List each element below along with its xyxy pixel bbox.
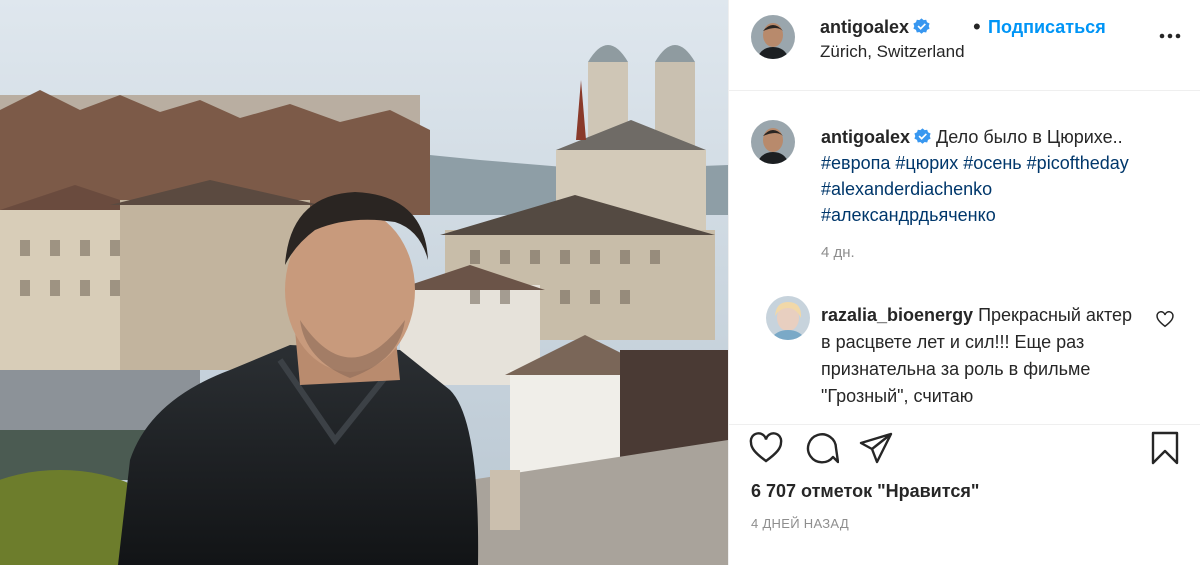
verified-badge-icon <box>914 128 931 144</box>
caption-text-block: antigoalex Дело было в Цюрихе.. #европа … <box>821 124 1181 228</box>
author-username[interactable]: antigoalex <box>820 17 930 38</box>
more-options-icon[interactable] <box>1158 26 1182 46</box>
comment-icon[interactable] <box>805 431 839 465</box>
hashtag[interactable]: #alexanderdiachenko <box>821 179 992 199</box>
hashtag[interactable]: #цюрих <box>895 153 958 173</box>
post-location[interactable]: Zürich, Switzerland <box>820 42 965 62</box>
comments-section: antigoalex Дело было в Цюрихе.. #европа … <box>729 92 1200 424</box>
verified-badge-icon <box>913 18 930 34</box>
post-actions: 6 707 отметок "Нравится" 4 ДНЕЙ НАЗАД <box>729 424 1200 565</box>
commenter-avatar[interactable] <box>766 296 810 340</box>
likes-count[interactable]: 6 707 отметок "Нравится" <box>751 481 979 502</box>
post-photo-image <box>0 0 728 565</box>
hashtag[interactable]: #александрдьяченко <box>821 205 996 225</box>
post-sidebar: antigoalex • Подписаться Zürich, Switzer… <box>728 0 1200 565</box>
caption-username[interactable]: antigoalex <box>821 127 910 147</box>
author-avatar[interactable] <box>751 15 795 59</box>
instagram-post: antigoalex • Подписаться Zürich, Switzer… <box>0 0 1200 565</box>
heart-icon[interactable] <box>749 431 783 465</box>
hashtag[interactable]: #picoftheday <box>1027 153 1129 173</box>
post-header: antigoalex • Подписаться Zürich, Switzer… <box>729 0 1200 91</box>
caption-time-ago[interactable]: 4 дн. <box>821 244 855 261</box>
caption-author-avatar[interactable] <box>751 120 795 164</box>
hashtag[interactable]: #европа <box>821 153 890 173</box>
share-icon[interactable] <box>859 431 893 465</box>
hashtag[interactable]: #осень <box>963 153 1021 173</box>
follow-button[interactable]: Подписаться <box>988 17 1106 38</box>
bookmark-icon[interactable] <box>1148 431 1182 465</box>
post-photo[interactable] <box>0 0 728 565</box>
caption-text: Дело было в Цюрихе.. <box>936 127 1123 147</box>
post-timestamp[interactable]: 4 ДНЕЙ НАЗАД <box>751 516 849 531</box>
separator-dot: • <box>973 14 981 39</box>
comment-like-icon[interactable] <box>1156 311 1174 328</box>
comment-text-block: razalia_bioenergy Прекрасный актер в рас… <box>821 302 1141 410</box>
comment-username[interactable]: razalia_bioenergy <box>821 305 973 325</box>
